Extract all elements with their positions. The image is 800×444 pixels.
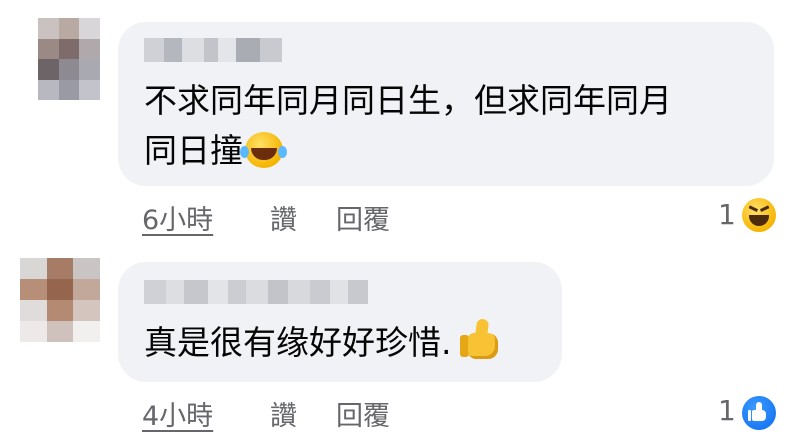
comment-timestamp[interactable]: 6小時 — [142, 198, 213, 237]
comment-bubble: 不求同年同月同日生，但求同年同月 同日撞 — [118, 22, 774, 186]
comment-text: 同日撞 — [144, 126, 283, 176]
comment-timestamp[interactable]: 4小時 — [142, 394, 213, 433]
reaction-count[interactable]: 1 — [718, 198, 736, 231]
comment-text: 同日撞 — [144, 131, 243, 170]
like-link[interactable]: 讚 — [270, 394, 297, 433]
comment-text: 不求同年同月同日生，但求同年同月 — [144, 81, 672, 120]
reply-link[interactable]: 回覆 — [336, 198, 390, 237]
haha-reaction-icon[interactable] — [742, 198, 776, 232]
thumbs-up-emoji-icon — [459, 317, 504, 359]
comment-text: 真是很有缘好好珍惜. — [144, 317, 504, 368]
grinning-squinting-tears-emoji-icon — [240, 131, 283, 168]
comment-text: 真是很有缘好好珍惜. — [144, 323, 452, 362]
reply-link[interactable]: 回覆 — [336, 394, 390, 433]
comment-bubble: 真是很有缘好好珍惜. — [118, 262, 562, 382]
commenter-name-blurred[interactable] — [144, 280, 368, 304]
like-reaction-icon[interactable] — [742, 396, 776, 430]
like-link[interactable]: 讚 — [270, 198, 297, 237]
commenter-avatar[interactable] — [38, 18, 100, 100]
commenter-name-blurred[interactable] — [144, 38, 282, 62]
commenter-avatar[interactable] — [20, 258, 100, 342]
reaction-count[interactable]: 1 — [718, 394, 736, 427]
